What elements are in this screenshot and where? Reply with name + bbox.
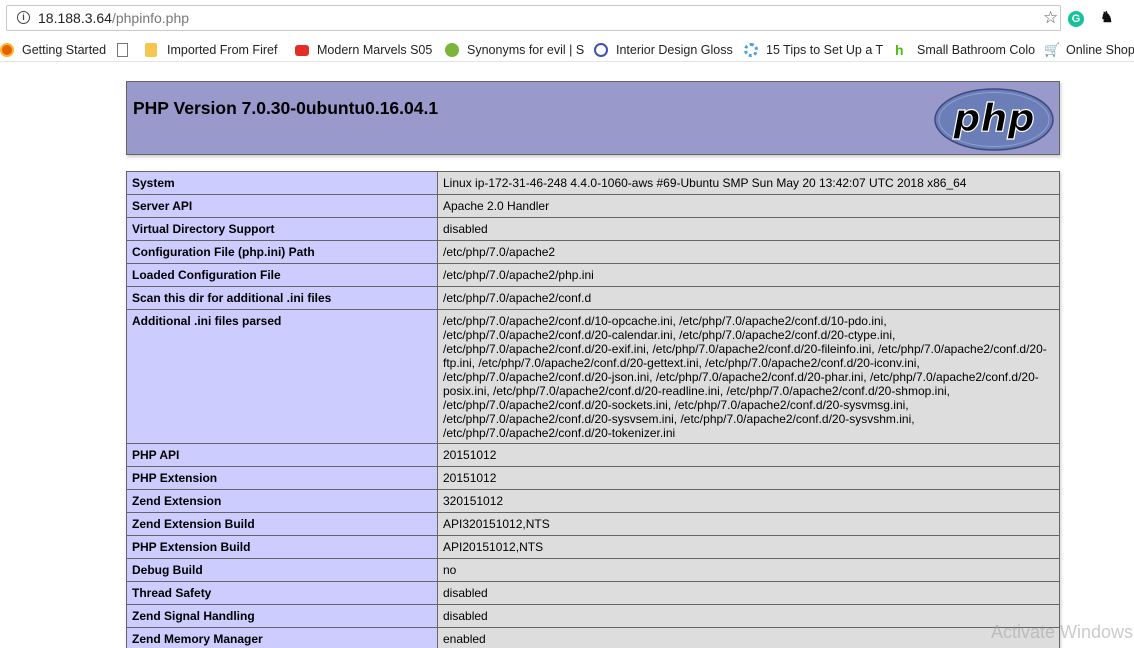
bookmark-label: Small Bathroom Colo [917, 43, 1036, 57]
php-info-table: System Linux ip-172-31-46-248 4.4.0-1060-… [126, 171, 1060, 648]
grammarly-extension-icon[interactable]: G [1068, 11, 1084, 27]
bookmark-label: Imported From Firef [167, 43, 278, 57]
youtube-icon [295, 45, 309, 56]
info-key: Zend Extension Build [126, 512, 438, 536]
info-key: Thread Safety [126, 581, 438, 605]
synonyms-icon [445, 43, 459, 57]
footprint-extension-icon[interactable]: ♞ [1100, 9, 1113, 27]
info-key: Configuration File (php.ini) Path [126, 240, 438, 264]
info-key: Zend Extension [126, 489, 438, 513]
info-row: System Linux ip-172-31-46-248 4.4.0-1060-… [126, 171, 1060, 195]
info-value: API320151012,NTS [437, 512, 1060, 536]
info-key: Server API [126, 194, 438, 218]
info-value: 320151012 [437, 489, 1060, 513]
info-value: API20151012,NTS [437, 535, 1060, 559]
info-row: Zend Extension 320151012 [126, 489, 1060, 513]
info-value: 20151012 [437, 443, 1060, 467]
info-row: PHP Extension 20151012 [126, 466, 1060, 490]
url-text[interactable]: 18.188.3.64/phpinfo.php [38, 10, 189, 26]
info-value: /etc/php/7.0/apache2/conf.d/10-opcache.i… [437, 309, 1060, 444]
page-content: PHP Version 7.0.30-0ubuntu0.16.04.1 php … [0, 62, 1134, 648]
info-row: Debug Build no [126, 558, 1060, 582]
url-path: /phpinfo.php [111, 10, 190, 26]
info-key: Zend Memory Manager [126, 627, 438, 648]
info-row: Zend Memory Manager enabled [126, 627, 1060, 648]
info-value: /etc/php/7.0/apache2/php.ini [437, 263, 1060, 287]
info-row: Additional .ini files parsed/etc/php/7.0… [126, 309, 1060, 444]
activate-windows-watermark: Activate Windows [991, 622, 1134, 642]
info-key: Virtual Directory Support [126, 217, 438, 241]
gear-icon [744, 43, 758, 57]
houzz-icon: h [895, 42, 904, 58]
bookmark-item[interactable]: h Small Bathroom Colo [895, 41, 1038, 59]
info-row: Configuration File (php.ini) Path/etc/ph… [126, 240, 1060, 264]
address-bar-area: i 18.188.3.64/phpinfo.php ☆ G ♞ [0, 0, 1134, 38]
info-row: PHP API 20151012 [126, 443, 1060, 467]
bookmark-label: Getting Started [22, 43, 107, 57]
info-value: 20151012 [437, 466, 1060, 490]
info-value: disabled [437, 217, 1060, 241]
bookmark-item[interactable]: Interior Design Gloss [594, 41, 738, 59]
info-row: PHP Extension Build API20151012,NTS [126, 535, 1060, 559]
php-version-header: PHP Version 7.0.30-0ubuntu0.16.04.1 php [126, 81, 1060, 155]
bookmark-item[interactable]: Getting Started [0, 41, 111, 59]
bookmark-item[interactable]: 🛒 Online Shop [1044, 41, 1134, 59]
bookmark-label: 15 Tips to Set Up a T [766, 43, 884, 57]
info-row: Scan this dir for additional .ini files /… [126, 286, 1060, 310]
bookmark-label: Modern Marvels S05 [317, 43, 433, 57]
info-value: Apache 2.0 Handler [437, 194, 1060, 218]
info-value: disabled [437, 581, 1060, 605]
bookmark-label: Synonyms for evil | S [467, 43, 585, 57]
php-logo[interactable]: php [934, 88, 1054, 151]
info-value: /etc/php/7.0/apache2 [437, 240, 1060, 264]
bookmark-label: Interior Design Gloss [616, 43, 733, 57]
info-key: Scan this dir for additional .ini files [126, 286, 438, 310]
bookmark-item[interactable]: Synonyms for evil | S [445, 41, 588, 59]
folder-icon [145, 43, 157, 57]
url-host: 18.188.3.64 [38, 10, 112, 26]
info-key: Additional .ini files parsed [126, 309, 438, 444]
bookmark-star-icon[interactable]: ☆ [1043, 9, 1058, 27]
site-info-icon[interactable]: i [17, 11, 30, 24]
bookmark-item[interactable]: Modern Marvels S05 [295, 41, 439, 59]
info-key: PHP Extension [126, 466, 438, 490]
info-row: Loaded Configuration File/etc/php/7.0/ap… [126, 263, 1060, 287]
cart-icon: 🛒 [1044, 42, 1061, 57]
bookmark-item[interactable]: Imported From Firef [145, 41, 289, 59]
info-row: Virtual Directory Support disabled [126, 217, 1060, 241]
bookmark-label: Online Shop [1066, 43, 1134, 57]
info-value: disabled [437, 604, 1060, 628]
page-icon [117, 43, 128, 57]
info-row: Zend Signal Handling disabled [126, 604, 1060, 628]
bookmark-item[interactable]: 15 Tips to Set Up a T [744, 41, 889, 59]
bookmark-item[interactable] [117, 41, 139, 59]
firefox-icon [0, 43, 14, 57]
info-row: Thread Safety disabled [126, 581, 1060, 605]
info-key: PHP Extension Build [126, 535, 438, 559]
info-value: Linux ip-172-31-46-248 4.4.0-1060-aws #6… [437, 171, 1060, 195]
info-key: PHP API [126, 443, 438, 467]
php-logo-text: php [952, 96, 1034, 140]
url-input[interactable]: i 18.188.3.64/phpinfo.php ☆ [6, 5, 1061, 31]
info-key: Debug Build [126, 558, 438, 582]
info-value: no [437, 558, 1060, 582]
bookmarks-bar: Getting Started Imported From Firef Modern… [0, 38, 1134, 62]
q-icon [594, 43, 608, 57]
info-row: Zend Extension Build API320151012,NTS [126, 512, 1060, 536]
info-value: enabled [437, 627, 1060, 648]
info-key: Zend Signal Handling [126, 604, 438, 628]
info-key: System [126, 171, 438, 195]
info-value: /etc/php/7.0/apache2/conf.d [437, 286, 1060, 310]
php-version-title: PHP Version 7.0.30-0ubuntu0.16.04.1 [133, 98, 439, 118]
info-row: Server API Apache 2.0 Handler [126, 194, 1060, 218]
info-key: Loaded Configuration File [126, 263, 438, 287]
